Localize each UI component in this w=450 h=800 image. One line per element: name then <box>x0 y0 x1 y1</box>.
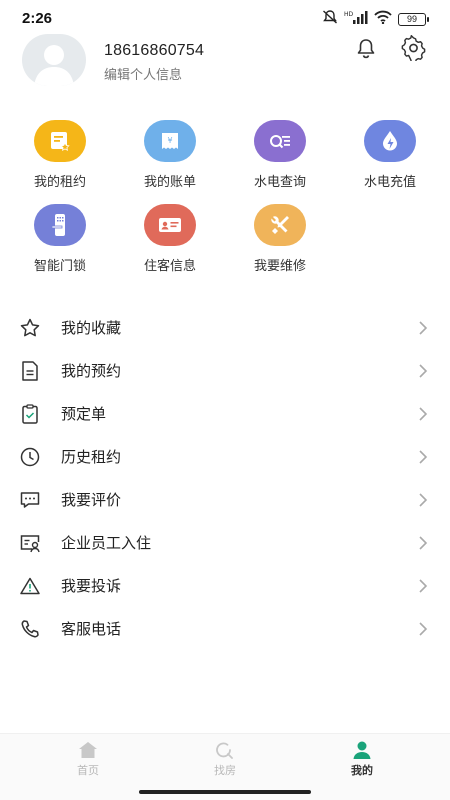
menu-label: 预定单 <box>61 406 107 423</box>
battery-indicator: 99 <box>398 13 429 26</box>
chevron-right-icon <box>419 363 428 378</box>
search-list-icon <box>254 120 306 162</box>
home-indicator <box>0 785 450 800</box>
grid-label: 我的租约 <box>33 174 86 189</box>
menu-item-lease-history[interactable]: 历史租约 <box>0 435 450 478</box>
water-drop-icon <box>364 120 416 162</box>
grid-label: 我的账单 <box>143 174 196 189</box>
tab-find-room[interactable]: 找房 <box>185 740 265 778</box>
home-gesture-bar[interactable] <box>139 790 311 794</box>
id-card-icon <box>144 204 196 246</box>
menu-item-employee-checkin[interactable]: 企业员工入住 <box>0 521 450 564</box>
menu-item-review[interactable]: 我要评价 <box>0 478 450 521</box>
document-icon <box>19 360 41 382</box>
menu-item-appointments[interactable]: 我的预约 <box>0 349 450 392</box>
menu-item-customer-service[interactable]: 客服电话 <box>0 607 450 650</box>
wifi-icon <box>374 10 392 29</box>
tab-label: 我的 <box>351 765 373 777</box>
status-time: 2:26 <box>22 10 53 27</box>
profile-header: 18616860754 编辑个人信息 <box>22 34 432 90</box>
contract-icon <box>34 120 86 162</box>
menu-label: 企业员工入住 <box>61 535 152 552</box>
profile-phone: 18616860754 <box>104 42 205 59</box>
bottom-tab-bar: 首页 找房 我的 <box>0 733 450 785</box>
edit-profile-link[interactable]: 编辑个人信息 <box>104 64 182 83</box>
door-lock-icon <box>34 204 86 246</box>
phone-icon <box>19 618 41 640</box>
chevron-right-icon <box>419 621 428 636</box>
grid-item-bill[interactable]: ¥ 我的账单 <box>115 120 225 190</box>
menu-label: 我要评价 <box>61 492 122 509</box>
bell-icon[interactable] <box>352 34 380 62</box>
status-icons: HD 99 <box>322 10 429 29</box>
menu-item-complaint[interactable]: 我要投诉 <box>0 564 450 607</box>
signal-icon: HD <box>344 10 368 29</box>
mute-bell-icon <box>322 10 338 29</box>
menu-label: 我的预约 <box>61 363 122 380</box>
star-icon <box>19 317 41 339</box>
bill-icon: ¥ <box>144 120 196 162</box>
status-bar: 2:26 HD 99 <box>0 0 450 36</box>
search-icon <box>214 740 236 760</box>
menu-item-favorites[interactable]: 我的收藏 <box>0 306 450 349</box>
grid-label: 住客信息 <box>143 258 196 273</box>
tab-label: 首页 <box>77 765 99 777</box>
chevron-right-icon <box>419 492 428 507</box>
chevron-right-icon <box>419 578 428 593</box>
menu-label: 我的收藏 <box>61 320 122 337</box>
svg-text:¥: ¥ <box>167 136 172 145</box>
grid-item-repair[interactable]: 我要维修 <box>225 204 335 274</box>
menu-label: 我要投诉 <box>61 578 122 595</box>
tab-home[interactable]: 首页 <box>48 740 128 778</box>
chevron-right-icon <box>419 535 428 550</box>
avatar-placeholder-icon <box>34 45 74 86</box>
warning-icon <box>19 575 41 597</box>
grid-item-smart-lock[interactable]: 智能门锁 <box>5 204 115 274</box>
settings-gear-icon[interactable] <box>400 34 428 62</box>
chevron-right-icon <box>419 406 428 421</box>
avatar[interactable] <box>22 34 86 86</box>
chevron-right-icon <box>419 449 428 464</box>
comment-icon <box>19 489 41 511</box>
employee-card-icon <box>19 532 41 554</box>
user-icon <box>351 740 373 760</box>
grid-item-utility-recharge[interactable]: 水电充值 <box>335 120 445 190</box>
grid-label: 水电充值 <box>363 174 416 189</box>
grid-label: 水电查询 <box>253 174 306 189</box>
menu-item-reservations[interactable]: 预定单 <box>0 392 450 435</box>
home-icon <box>77 740 99 760</box>
grid-item-tenant-info[interactable]: 住客信息 <box>115 204 225 274</box>
menu-label: 历史租约 <box>61 449 122 466</box>
menu-label: 客服电话 <box>61 621 122 638</box>
grid-item-lease[interactable]: 我的租约 <box>5 120 115 190</box>
clock-icon <box>19 446 41 468</box>
clipboard-icon <box>19 403 41 425</box>
chevron-right-icon <box>419 320 428 335</box>
network-label: HD <box>344 11 354 18</box>
grid-label: 智能门锁 <box>33 258 86 273</box>
tab-label: 找房 <box>214 765 236 777</box>
tools-icon <box>254 204 306 246</box>
grid-label: 我要维修 <box>253 258 306 273</box>
grid-item-utility-query[interactable]: 水电查询 <box>225 120 335 190</box>
tab-mine[interactable]: 我的 <box>322 740 402 778</box>
